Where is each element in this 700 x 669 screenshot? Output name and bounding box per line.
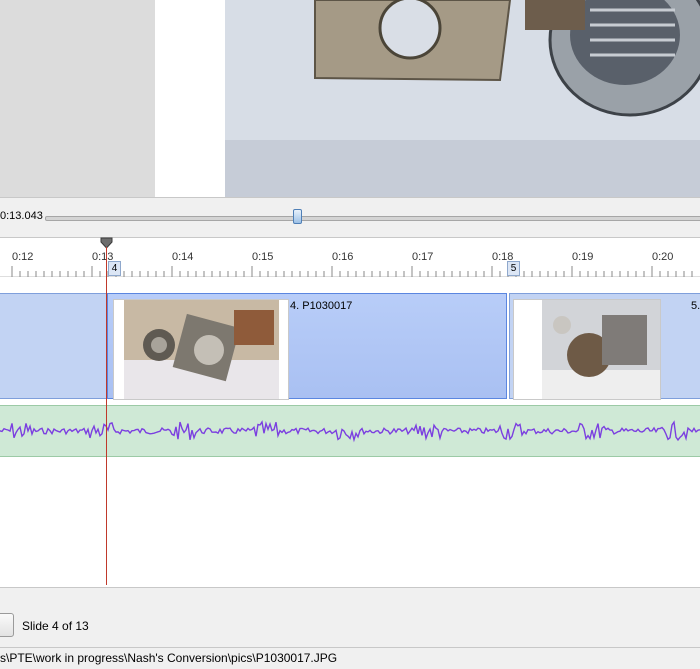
- slide-4-label: 4. P1030017: [290, 300, 353, 312]
- slide-4-thumbnail: [113, 299, 289, 400]
- slide-5-thumbnail: [513, 299, 661, 400]
- slide-marker-4[interactable]: 4: [108, 261, 121, 276]
- tick-label: 0:14: [172, 251, 194, 263]
- slide-5-block[interactable]: 5.: [509, 293, 700, 400]
- tick-label: 0:16: [332, 251, 354, 263]
- slide-marker-5[interactable]: 5: [507, 261, 520, 276]
- tick-label: 0:12: [12, 251, 34, 263]
- playhead-line: [106, 247, 107, 585]
- tick-label: 0:15: [252, 251, 274, 263]
- audio-waveform: [0, 420, 700, 443]
- slide-nav-button[interactable]: [0, 613, 14, 637]
- bottom-toolbar: Slide 4 of 13: [0, 587, 700, 648]
- slide-3-block[interactable]: [0, 293, 107, 399]
- slide-4-block[interactable]: 4. P1030017: [107, 293, 507, 400]
- audio-track[interactable]: [0, 405, 700, 457]
- current-time-readout: 0:13.043: [0, 210, 43, 222]
- status-bar: s\PTE\work in progress\Nash's Conversion…: [0, 647, 700, 669]
- scrub-slider-thumb[interactable]: [293, 209, 303, 224]
- preview-photo-art: [225, 0, 700, 197]
- preview-image: [225, 0, 700, 197]
- status-file-path: s\PTE\work in progress\Nash's Conversion…: [0, 651, 338, 665]
- slide-5-label: 5.: [691, 300, 700, 312]
- preview-canvas: [155, 0, 700, 197]
- preview-panel: [0, 0, 700, 197]
- tick-label: 0:19: [572, 251, 594, 263]
- tick-label: 0:17: [412, 251, 434, 263]
- scrub-slider-track[interactable]: [45, 216, 700, 221]
- timeline-tracks: 4. P1030017 5.: [0, 277, 700, 587]
- scrubber-bar: 0:13.043: [0, 197, 700, 238]
- tick-label: 0:20: [652, 251, 674, 263]
- slide-counter: Slide 4 of 13: [22, 619, 89, 633]
